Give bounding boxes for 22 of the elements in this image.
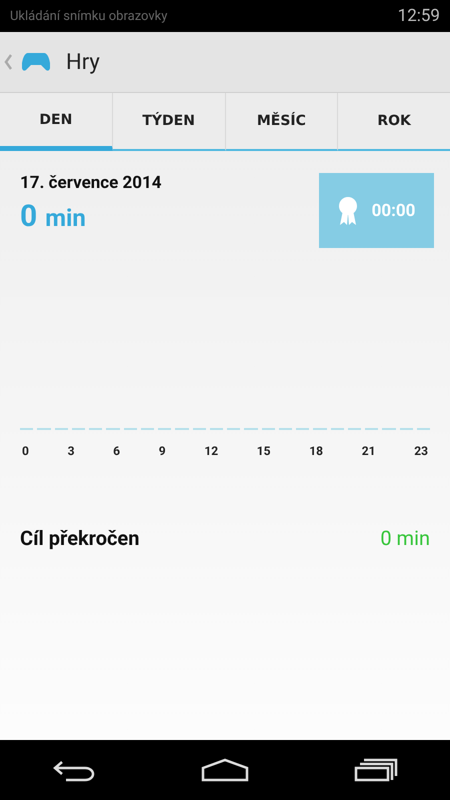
back-icon[interactable]: [52, 758, 96, 782]
app-title: Hry: [66, 50, 100, 74]
goal-label: Cíl překročen: [20, 526, 140, 550]
axis-label: 9: [158, 444, 166, 458]
axis-label: 15: [256, 444, 271, 458]
badge-time: 00:00: [372, 200, 416, 220]
axis-label: 23: [414, 444, 428, 458]
home-icon[interactable]: [200, 758, 249, 782]
goal-value: 0 min: [380, 526, 430, 550]
gamepad-icon: [22, 52, 50, 72]
date-label: 17. července 2014: [20, 173, 162, 193]
notification-text: Ukládání snímku obrazovky: [10, 8, 168, 24]
clock: 12:59: [398, 6, 440, 26]
axis-label: 18: [309, 444, 324, 458]
axis-label: 0: [22, 444, 29, 458]
total-time: 0 min: [20, 199, 87, 234]
axis-label: 6: [113, 444, 120, 458]
award-ribbon-icon: [338, 196, 358, 226]
axis-label: 12: [204, 444, 218, 458]
recent-apps-icon[interactable]: [354, 758, 398, 782]
axis-label: 3: [68, 444, 74, 458]
axis-label: 21: [362, 444, 376, 458]
